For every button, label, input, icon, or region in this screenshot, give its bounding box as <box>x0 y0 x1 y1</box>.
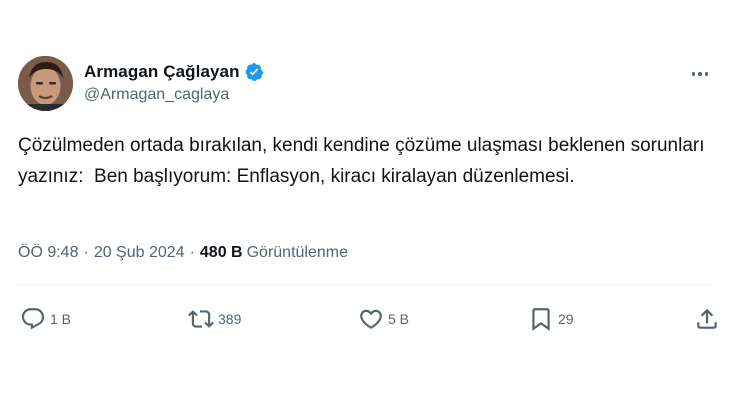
reply-button[interactable]: 1 B <box>20 302 71 336</box>
tweet-card: Armagan Çağlayan @Armagan_caglaya Çözülm… <box>0 0 730 420</box>
name-row: Armagan Çağlayan <box>84 61 264 83</box>
like-button[interactable]: 5 B <box>358 302 409 336</box>
share-button[interactable] <box>694 302 720 336</box>
tweet-header: Armagan Çağlayan @Armagan_caglaya <box>18 56 712 112</box>
retweet-button[interactable]: 389 <box>188 302 241 336</box>
tweet-text: Çözülmeden ortada bırakılan, kendi kendi… <box>18 135 710 187</box>
avatar-image <box>18 56 73 111</box>
author-info: Armagan Çağlayan @Armagan_caglaya <box>84 61 264 104</box>
views-count: 480 B <box>199 244 243 261</box>
action-bar: 1 B 389 5 B 29 <box>18 302 724 336</box>
retweet-count: 389 <box>218 311 242 327</box>
meta-separator: · <box>83 244 89 261</box>
meta-separator-2: · <box>189 244 195 261</box>
like-count: 5 B <box>388 311 410 327</box>
tweet-meta: ÖÖ 9:48 · 20 Şub 2024 · 480 B Görüntülen… <box>18 244 348 262</box>
divider <box>18 284 712 285</box>
bookmark-count: 29 <box>558 311 574 327</box>
share-icon <box>697 308 717 329</box>
author-handle[interactable]: @Armagan_caglaya <box>84 86 264 104</box>
tweet-time[interactable]: ÖÖ 9:48 <box>18 244 78 262</box>
bookmark-button[interactable]: 29 <box>528 302 574 336</box>
tweet-date[interactable]: 20 Şub 2024 <box>94 244 185 262</box>
bookmark-icon <box>532 308 550 331</box>
reply-icon <box>21 308 45 330</box>
avatar[interactable] <box>18 56 73 111</box>
retweet-icon <box>188 310 214 328</box>
display-name[interactable]: Armagan Çağlayan <box>84 62 240 82</box>
heart-icon <box>360 309 382 329</box>
more-options-icon[interactable] <box>688 64 712 84</box>
reply-count: 1 B <box>50 311 72 327</box>
views-label: Görüntülenme <box>246 244 348 261</box>
verified-badge-icon[interactable] <box>244 62 264 82</box>
